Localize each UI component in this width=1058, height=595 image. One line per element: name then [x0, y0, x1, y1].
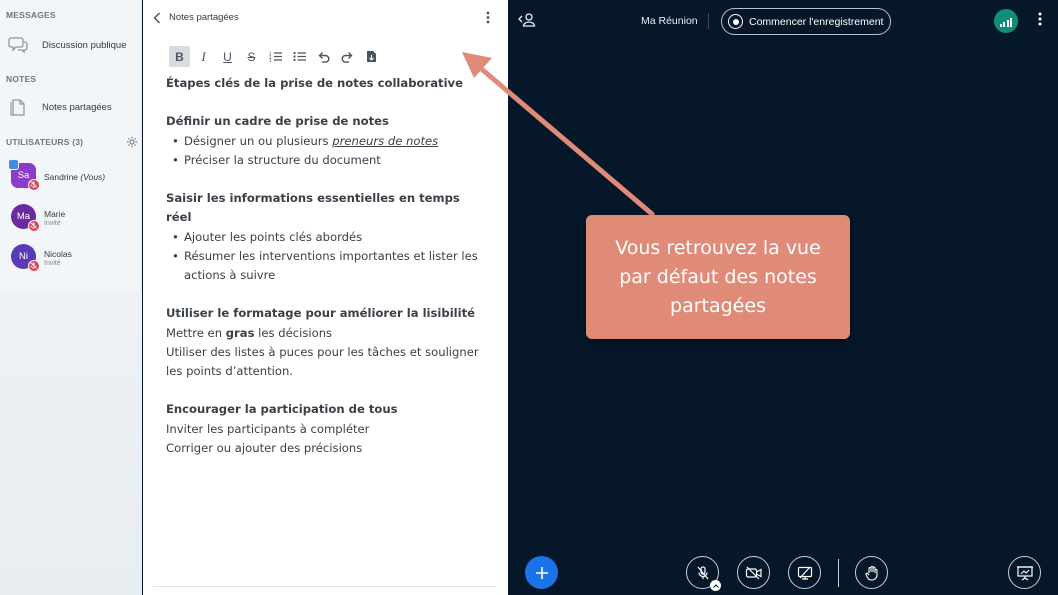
numbered-list-icon: 123: [269, 51, 282, 62]
more-options-icon[interactable]: [1038, 12, 1042, 31]
redo-button[interactable]: [337, 46, 358, 67]
notes-section-title: NOTES: [6, 74, 37, 84]
undo-button[interactable]: [313, 46, 334, 67]
record-icon: [728, 14, 743, 29]
doc-paragraph: Corriger ou ajouter des précisions: [166, 440, 363, 455]
doc-paragraph: Mettre en gras les décisions: [166, 325, 333, 340]
users-toggle-icon[interactable]: [518, 12, 538, 33]
muted-mic-icon: [28, 220, 40, 232]
more-options-icon[interactable]: [486, 11, 490, 29]
doc-section-title: Encourager la participation de tous: [166, 402, 398, 417]
user-row[interactable]: Ni Nicolas Invité: [0, 241, 142, 275]
user-role: Invité: [44, 260, 61, 267]
messages-section-title: MESSAGES: [6, 10, 56, 20]
sidebar-item-shared-notes[interactable]: Notes partagées: [0, 94, 142, 120]
notes-document[interactable]: Étapes clés de la prise de notes collabo…: [166, 74, 486, 458]
users-section-title: UTILISATEURS (3): [6, 137, 84, 147]
avatar: Ma: [11, 204, 40, 232]
user-name: Sandrine (Vous): [44, 172, 106, 182]
list-item: Désigner un ou plusieurs preneurs de not…: [166, 132, 486, 151]
meeting-title: Ma Réunion: [641, 15, 698, 27]
connection-status-icon[interactable]: [994, 9, 1018, 33]
avatar: Ni: [11, 244, 40, 272]
muted-mic-icon: [28, 179, 40, 191]
strikethrough-button[interactable]: S: [241, 46, 262, 67]
hand-icon: [864, 565, 878, 581]
doc-heading: Étapes clés de la prise de notes collabo…: [166, 76, 463, 90]
sidebar: MESSAGES Discussion publique NOTES Notes…: [0, 0, 142, 595]
gear-icon[interactable]: [126, 135, 138, 153]
sidebar-item-public-chat[interactable]: Discussion publique: [0, 32, 142, 58]
shared-notes-label: Notes partagées: [42, 101, 112, 113]
back-chevron-icon[interactable]: [153, 11, 161, 29]
doc-section-title: Saisir les informations essentielles en …: [166, 191, 460, 225]
bullet-list-icon: [293, 51, 306, 62]
list-item: Résumer les interventions importantes et…: [166, 247, 486, 285]
notes-bottom-divider: [153, 586, 496, 587]
toolbar-divider: [838, 559, 839, 587]
user-name: Nicolas: [44, 249, 72, 259]
doc-paragraph: Utiliser des listes à puces pour les tâc…: [166, 344, 479, 378]
doc-paragraph: Inviter les participants à compléter: [166, 421, 370, 436]
actions-plus-button[interactable]: [525, 556, 558, 589]
muted-mic-icon: [697, 565, 708, 579]
tutorial-callout: Vous retrouvez la vue par défaut des not…: [586, 215, 850, 339]
list-item: Ajouter les points clés abordés: [166, 228, 486, 247]
bullet-list-button[interactable]: [289, 46, 310, 67]
public-chat-label: Discussion publique: [42, 39, 127, 51]
numbered-list-button[interactable]: 123: [265, 46, 286, 67]
screen-share-off-icon: [797, 566, 812, 580]
italic-button[interactable]: I: [193, 46, 214, 67]
callout-text: Vous retrouvez la vue par défaut des not…: [615, 236, 821, 317]
user-role: Invité: [44, 220, 61, 227]
formatting-toolbar: B I U S 123: [169, 46, 382, 67]
avatar: Sa: [8, 159, 40, 191]
camera-off-icon: [745, 566, 762, 579]
user-row[interactable]: Sa Sandrine (Vous): [0, 159, 142, 194]
mute-button[interactable]: [686, 556, 721, 591]
chevron-up-icon[interactable]: [710, 580, 721, 591]
chat-icon: [0, 36, 36, 54]
export-button[interactable]: [361, 46, 382, 67]
svg-text:3: 3: [269, 58, 272, 62]
user-name: Marie: [44, 209, 66, 219]
list-item: Préciser la structure du document: [166, 151, 486, 170]
header-divider: [708, 13, 709, 29]
presenter-icon: [8, 159, 19, 170]
camera-button[interactable]: [737, 556, 770, 589]
notes-header-title: Notes partagées: [169, 12, 239, 23]
user-row[interactable]: Ma Marie Invité: [0, 201, 142, 235]
redo-icon: [341, 51, 353, 63]
presentation-icon: [1016, 565, 1033, 580]
shared-notes-panel: Notes partagées B I U S 123 Étapes clés …: [143, 0, 508, 595]
presentation-button[interactable]: [1008, 556, 1041, 589]
sidebar-empty-area: [0, 290, 142, 595]
bold-button[interactable]: B: [169, 46, 190, 67]
document-icon: [0, 97, 36, 117]
doc-section-title: Utiliser le formatage pour améliorer la …: [166, 306, 476, 321]
plus-icon: [535, 566, 548, 579]
file-export-icon: [367, 51, 376, 62]
muted-mic-icon: [28, 260, 40, 272]
notes-header: Notes partagées: [143, 0, 508, 36]
raise-hand-button[interactable]: [855, 556, 888, 589]
start-recording-button[interactable]: Commencer l'enregistrement: [721, 8, 891, 35]
undo-icon: [318, 51, 330, 63]
underline-button[interactable]: U: [217, 46, 238, 67]
start-recording-label: Commencer l'enregistrement: [749, 15, 884, 28]
doc-section-title: Définir un cadre de prise de notes: [166, 114, 389, 129]
screen-share-button[interactable]: [788, 556, 821, 589]
